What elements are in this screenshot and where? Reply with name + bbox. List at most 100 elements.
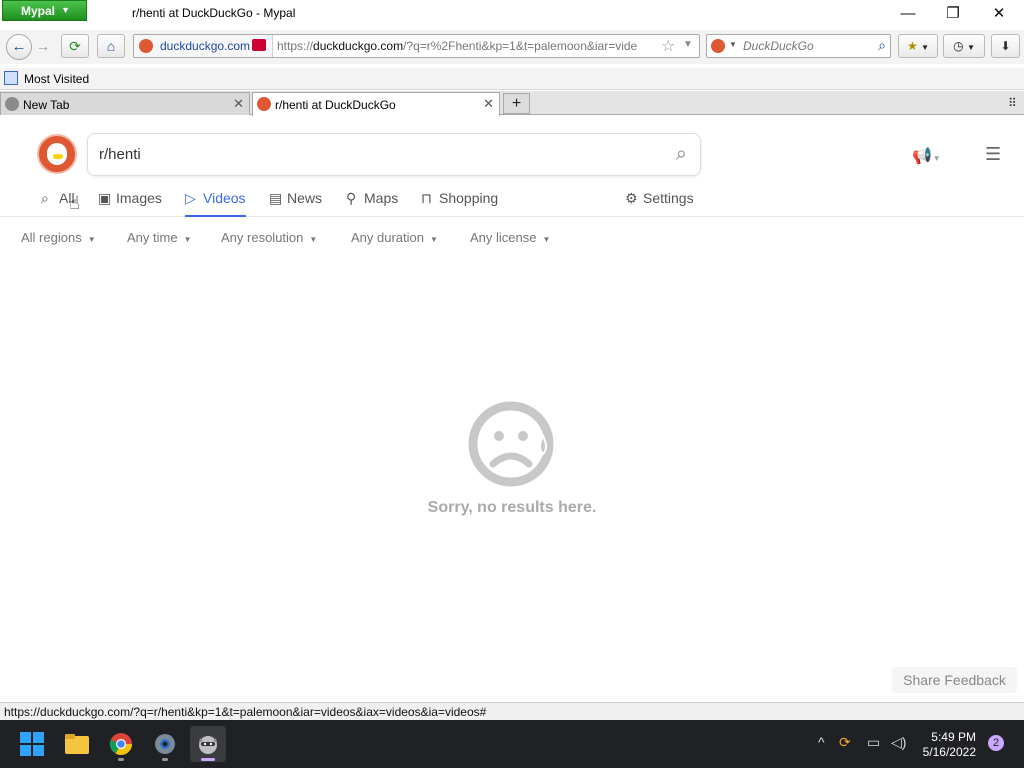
tab-maps-label: Maps [364, 190, 399, 206]
tab-videos-label: Videos [203, 190, 246, 206]
tab-duckduckgo[interactable]: r/henti at DuckDuckGo ✕ [252, 92, 500, 116]
hamburger-menu-icon[interactable]: ☰ [985, 144, 1001, 165]
home-button[interactable]: ⌂ [97, 34, 125, 58]
volume-icon[interactable]: ◁) [891, 734, 906, 751]
folder-icon [4, 71, 18, 85]
tab-shopping[interactable]: ⊓ Shopping [421, 190, 498, 217]
network-icon[interactable]: ▭ [867, 734, 880, 751]
running-indicator [118, 758, 124, 761]
caret-down-icon: ▼ [430, 235, 438, 244]
mixed-content-lock-icon [252, 39, 266, 51]
url-domain: duckduckgo.com [313, 39, 404, 53]
tab-news[interactable]: ▤ News [269, 190, 322, 217]
filter-label: Any time [127, 230, 178, 245]
chevron-down-icon: ▼ [729, 40, 737, 49]
search-icon: ⌕ [41, 190, 49, 206]
sad-face-icon [468, 401, 554, 487]
image-icon: ▣ [98, 190, 112, 206]
search-filters: All regions ▼ Any time ▼ Any resolution ▼ A… [0, 230, 1024, 248]
reload-icon: ⟳ [69, 38, 81, 54]
chevron-up-icon[interactable]: ^ [818, 734, 825, 750]
close-tab-icon[interactable]: ✕ [233, 96, 244, 112]
bookmarks-toolbar: Most Visited [0, 68, 1024, 90]
url-rest: /?q=r%2Fhenti&kp=1&t=palemoon&iar=vide [403, 39, 638, 53]
search-engine-icon[interactable] [711, 39, 725, 53]
search-placeholder: DuckDuckGo [743, 39, 814, 53]
clock-time: 5:49 PM [931, 730, 976, 744]
tab-new-tab[interactable]: New Tab ✕ [0, 92, 250, 115]
tab-maps[interactable]: ⚲ Maps [346, 190, 398, 217]
globe-icon [5, 97, 19, 111]
window-title: r/henti at DuckDuckGo - Mypal [132, 6, 296, 20]
filter-region[interactable]: All regions ▼ [21, 230, 96, 245]
tab-label: New Tab [23, 98, 70, 112]
settings-app-button[interactable] [147, 726, 183, 762]
search-bar[interactable]: ▼ DuckDuckGo ⌕ [706, 34, 891, 58]
most-visited-bookmark[interactable]: Most Visited [24, 72, 89, 86]
restore-button[interactable]: ❐ [930, 2, 976, 26]
caret-down-icon: ▼ [309, 235, 318, 244]
system-clock[interactable]: 5:49 PM 5/16/2022 [916, 730, 976, 760]
forward-button[interactable]: → [36, 38, 50, 54]
duckduckgo-favicon-icon [139, 39, 153, 53]
tab-label: r/henti at DuckDuckGo [275, 98, 396, 112]
start-button[interactable] [14, 726, 50, 762]
folder-icon [65, 734, 89, 754]
mypal-browser-button[interactable] [190, 726, 226, 762]
search-icon[interactable]: ⌕ [676, 143, 687, 166]
raccoon-icon [199, 736, 217, 754]
active-indicator [201, 758, 215, 761]
map-pin-icon: ⚲ [346, 190, 357, 206]
url-dropdown-icon[interactable]: ▼ [683, 39, 693, 50]
filter-label: Any resolution [221, 230, 304, 245]
search-icon[interactable]: ⌕ [878, 37, 886, 54]
tab-videos[interactable]: ▷ Videos [185, 190, 246, 217]
no-results-message: Sorry, no results here. [427, 499, 597, 516]
duckduckgo-logo[interactable] [37, 134, 77, 174]
back-button[interactable]: ← [6, 34, 32, 60]
filter-time[interactable]: Any time ▼ [127, 230, 192, 245]
downloads-button[interactable]: ⬇ [991, 34, 1020, 58]
windows-taskbar: ^ ⟳ ▭ ◁) 5:49 PM 5/16/2022 2 [0, 720, 1024, 768]
list-all-tabs-icon[interactable]: ⠿ [1008, 96, 1017, 110]
navigation-toolbar: ← → ⟳ ⌂ duckduckgo.com https://duckduckg… [0, 30, 1024, 64]
app-menu-button[interactable]: Mypal ▼ [2, 0, 87, 21]
new-tab-button[interactable]: + [503, 93, 530, 114]
shopping-bag-icon: ⊓ [421, 190, 432, 206]
filter-resolution[interactable]: Any resolution ▼ [221, 230, 317, 245]
close-window-button[interactable]: ✕ [976, 2, 1022, 26]
tab-news-label: News [287, 190, 323, 206]
chrome-button[interactable] [103, 726, 139, 762]
identity-domain: duckduckgo.com [160, 39, 251, 53]
notification-badge[interactable]: 2 [988, 735, 1004, 751]
close-tab-icon[interactable]: ✕ [483, 96, 494, 112]
window-titlebar: Mypal ▼ r/henti at DuckDuckGo - Mypal — … [0, 0, 1024, 28]
minimize-button[interactable]: — [885, 2, 931, 26]
history-button[interactable]: ◷ ▼ [943, 34, 985, 58]
sync-icon[interactable]: ⟳ [839, 734, 851, 751]
filter-license[interactable]: Any license ▼ [470, 230, 550, 245]
megaphone-icon[interactable]: 📢 ▾ [912, 146, 939, 166]
caret-down-icon: ▼ [87, 235, 96, 244]
news-icon: ▤ [269, 190, 283, 206]
share-feedback-button[interactable]: Share Feedback [892, 667, 1017, 693]
url-bar[interactable]: duckduckgo.com https://duckduckgo.com/?q… [133, 34, 700, 58]
url-text[interactable]: https://duckduckgo.com/?q=r%2Fhenti&kp=1… [277, 39, 655, 53]
plus-icon: + [511, 95, 522, 112]
reload-button[interactable]: ⟳ [61, 34, 89, 58]
chrome-icon [109, 733, 132, 755]
bookmark-star-icon[interactable]: ☆ [661, 36, 675, 56]
bookmarks-menu-button[interactable]: ★ ▼ [898, 34, 938, 58]
settings-link[interactable]: ⚙ Settings [625, 190, 694, 217]
settings-label: Settings [643, 190, 694, 206]
search-input[interactable]: r/henti ⌕ [87, 133, 701, 176]
tab-shopping-label: Shopping [439, 190, 499, 206]
bookmarks-icon: ★ [906, 39, 918, 53]
filter-duration[interactable]: Any duration ▼ [351, 230, 438, 245]
tab-images[interactable]: ▣ Images [98, 190, 162, 217]
site-identity-button[interactable]: duckduckgo.com [134, 35, 273, 57]
clock-icon: ◷ [953, 39, 964, 53]
filter-label: All regions [21, 230, 82, 245]
file-explorer-button[interactable] [59, 726, 95, 762]
mouse-pointer-icon: ☝ [69, 193, 80, 213]
